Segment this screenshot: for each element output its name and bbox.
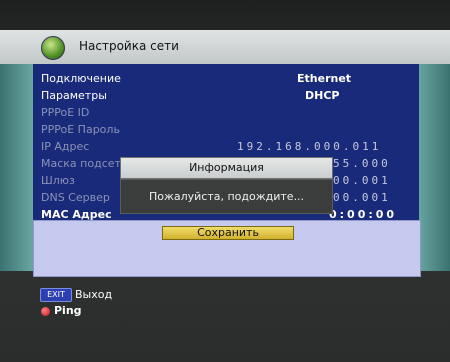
parameters-label[interactable]: Параметры xyxy=(41,89,107,102)
action-area: Сохранить xyxy=(33,220,421,277)
dialog-message: Пожалуйста, подождите... xyxy=(120,179,333,214)
right-side-stripe xyxy=(417,64,450,271)
dialog-title: Информация xyxy=(120,157,333,179)
ip-address-value: 192.168.000.011 xyxy=(237,140,382,153)
subnet-mask-value: 55.000 xyxy=(333,157,391,170)
dns-server-value: 00.001 xyxy=(333,191,391,204)
left-side-stripe xyxy=(0,64,33,271)
pppoe-id-label: PPPoE ID xyxy=(41,106,90,119)
page-title: Настройка сети xyxy=(79,39,179,53)
red-button-icon[interactable] xyxy=(41,307,50,316)
exit-key-icon[interactable]: EXIT xyxy=(40,288,72,302)
header-bar: Настройка сети xyxy=(0,30,450,65)
dns-server-label: DNS Сервер xyxy=(41,191,110,204)
connection-label[interactable]: Подключение xyxy=(41,72,121,85)
save-button[interactable]: Сохранить xyxy=(162,226,294,240)
info-dialog: Информация Пожалуйста, подождите... xyxy=(120,157,333,215)
ping-label: Ping xyxy=(54,304,82,317)
globe-icon xyxy=(41,36,65,60)
exit-label: Выход xyxy=(75,288,113,301)
gateway-label: Шлюз xyxy=(41,174,75,187)
footer-bar: EXIT Выход Ping xyxy=(0,283,450,362)
gateway-value: 00.001 xyxy=(333,174,391,187)
pppoe-password-label: PPPoE Пароль xyxy=(41,123,120,136)
subnet-mask-label: Маска подсети xyxy=(41,157,129,170)
ip-address-label: IP Адрес xyxy=(41,140,90,153)
parameters-value[interactable]: DHCP xyxy=(305,89,339,102)
connection-value[interactable]: Ethernet xyxy=(297,72,351,85)
